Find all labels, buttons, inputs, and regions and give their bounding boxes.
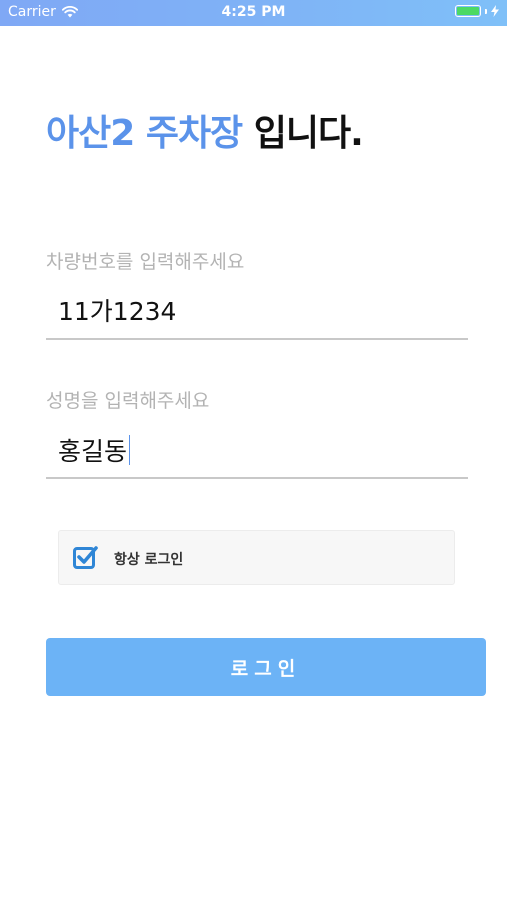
status-bar-right [455,5,499,17]
vehicle-number-value: 11가1234 [58,297,177,326]
page-title: 아산2 주차장 입니다. [46,104,364,156]
vehicle-number-label: 차량번호를 입력해주세요 [46,251,245,273]
status-time: 4:25 PM [221,4,286,20]
vehicle-number-underline [46,338,468,340]
status-bar: Carrier 4:25 PM [0,0,507,26]
name-label: 성명을 입력해주세요 [46,390,210,412]
name-value: 홍길동 [58,437,128,466]
title-accent: 아산2 주차장 [46,113,243,154]
vehicle-number-input[interactable]: 11가1234 [58,292,176,328]
battery-icon [455,5,481,17]
battery-tip [485,8,487,14]
remember-login-label: 항상 로그인 [114,552,184,568]
login-button[interactable]: 로그인 [46,638,486,696]
name-input[interactable]: 홍길동 [58,432,131,468]
remember-login-toggle[interactable]: 항상 로그인 [58,530,455,585]
charging-bolt-icon [491,5,499,17]
checkbox-checked-icon[interactable] [73,545,98,570]
name-underline [46,477,468,479]
title-rest: 입니다. [242,113,364,154]
battery-level-fill [457,7,479,15]
text-caret [129,435,131,465]
